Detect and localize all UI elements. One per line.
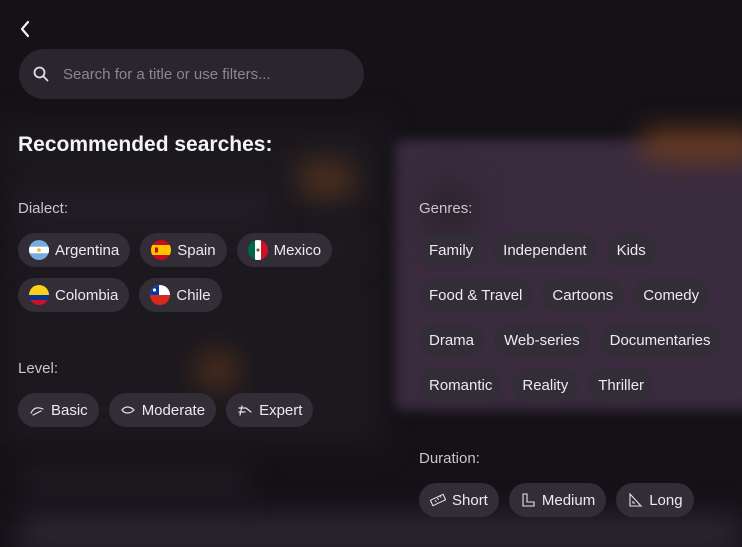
genre-chip[interactable]: Kids — [606, 233, 656, 267]
genre-chip[interactable]: Comedy — [633, 278, 710, 312]
dialect-chip-colombia[interactable]: Colombia — [18, 278, 130, 312]
chip-label: Romantic — [429, 376, 493, 394]
chip-label: Independent — [503, 241, 587, 259]
chip-label: Reality — [522, 376, 569, 394]
recommended-searches-heading: Recommended searches: — [18, 133, 273, 156]
chip-label: Chile — [176, 286, 211, 304]
short-ruler-icon — [430, 493, 446, 507]
chip-label: Drama — [429, 331, 475, 349]
dialect-chip-spain[interactable]: Spain — [140, 233, 227, 267]
dialect-chips: Argentina Spain Mexico Colombia Chile — [18, 233, 348, 312]
argentina-flag-icon — [29, 240, 49, 260]
chile-flag-icon — [150, 285, 171, 305]
duration-chip-short[interactable]: Short — [419, 483, 499, 517]
chevron-left-icon — [20, 20, 30, 38]
chip-label: Family — [429, 241, 474, 259]
genre-chip[interactable]: Food & Travel — [419, 278, 533, 312]
basic-level-icon — [30, 407, 44, 416]
back-button[interactable] — [16, 18, 34, 40]
search-bar[interactable] — [19, 49, 364, 99]
chip-label: Cartoons — [552, 286, 614, 304]
chip-label: Mexico — [273, 241, 322, 259]
genre-chip[interactable]: Cartoons — [542, 278, 624, 312]
genre-chip[interactable]: Thriller — [588, 368, 655, 402]
dialect-chip-mexico[interactable]: Mexico — [236, 233, 333, 267]
level-label: Level: — [18, 360, 59, 377]
duration-chip-medium[interactable]: Medium — [508, 483, 607, 517]
duration-label: Duration: — [419, 450, 480, 467]
level-chip-moderate[interactable]: Moderate — [108, 393, 217, 427]
chip-label: Colombia — [55, 286, 119, 304]
chip-label: Expert — [259, 401, 303, 419]
search-input[interactable] — [61, 64, 345, 84]
dialect-chip-chile[interactable]: Chile — [139, 278, 222, 312]
duration-chip-long[interactable]: Long — [616, 483, 694, 517]
genre-chips: Family Independent Kids Food & Travel Ca… — [419, 233, 739, 402]
genre-chip[interactable]: Family — [419, 233, 484, 267]
expert-level-icon — [238, 405, 252, 416]
genre-chip[interactable]: Reality — [512, 368, 579, 402]
genre-chip[interactable]: Documentaries — [599, 323, 721, 357]
chip-label: Medium — [541, 491, 596, 509]
chip-label: Thriller — [598, 376, 645, 394]
chip-label: Kids — [616, 241, 646, 259]
level-chip-basic[interactable]: Basic — [18, 393, 99, 427]
level-chip-expert[interactable]: Expert — [226, 393, 314, 427]
dialect-label: Dialect: — [18, 200, 69, 217]
chip-label: Comedy — [643, 286, 700, 304]
genre-chip[interactable]: Drama — [419, 323, 485, 357]
genres-label: Genres: — [419, 200, 473, 217]
chip-label: Documentaries — [609, 331, 711, 349]
level-chips: Basic Moderate Expert — [18, 393, 348, 427]
chip-label: Argentina — [55, 241, 120, 259]
chip-label: Web-series — [504, 331, 580, 349]
chip-label: Moderate — [141, 401, 206, 419]
genre-chip[interactable]: Independent — [493, 233, 597, 267]
chip-label: Basic — [51, 401, 88, 419]
colombia-flag-icon — [29, 285, 49, 305]
mexico-flag-icon — [247, 240, 268, 260]
chip-label: Food & Travel — [429, 286, 523, 304]
chip-label: Spain — [177, 241, 216, 259]
dialect-chip-argentina[interactable]: Argentina — [18, 233, 131, 267]
duration-chips: Short Medium Long — [419, 483, 739, 517]
moderate-level-icon — [120, 406, 135, 414]
chip-label: Long — [649, 491, 683, 509]
medium-ruler-icon — [522, 493, 535, 507]
chip-label: Short — [452, 491, 488, 509]
genre-chip[interactable]: Romantic — [419, 368, 503, 402]
long-ruler-icon — [629, 493, 643, 507]
search-icon — [33, 66, 49, 82]
genre-chip[interactable]: Web-series — [494, 323, 590, 357]
spain-flag-icon — [151, 240, 172, 260]
